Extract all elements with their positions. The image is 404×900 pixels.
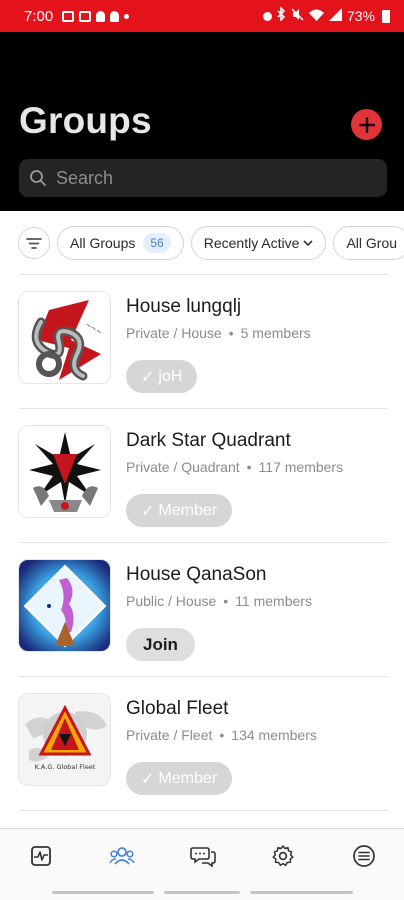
nav-indicator [250,891,353,894]
chip-label: Recently Active [203,235,300,251]
group-type: Private / House [126,325,222,341]
nav-activity[interactable] [26,841,56,871]
nav-groups[interactable] [107,841,137,871]
search-icon [30,170,46,186]
group-meta: Private / Quadrant • 117 members [126,459,343,475]
plus-circle-icon [358,116,375,133]
group-list-item[interactable]: House QanaSon Public / House • 11 members … [0,543,404,677]
bottom-nav [0,828,404,900]
member-count: 134 members [231,727,317,743]
group-list-item[interactable]: K.A.G. Global Fleet Global Fleet Private… [0,677,404,811]
page-title: Groups [19,100,152,141]
group-avatar[interactable]: K.A.G. Global Fleet [18,693,111,786]
group-avatar[interactable]: ~~~ [18,291,111,384]
crystal-emblem-icon [19,560,110,651]
group-avatar[interactable] [18,425,111,518]
group-meta: Private / Fleet • 134 members [126,727,317,743]
groups-icon [109,847,135,865]
battery-percent: 73% [346,8,375,24]
nav-indicator [52,891,154,894]
bluetooth-icon [277,6,286,25]
group-name[interactable]: House lungqlj [126,296,241,318]
member-count: 11 members [235,593,312,609]
chip-label: All Groups [70,235,136,251]
nav-indicator [164,891,240,894]
group-name[interactable]: Global Fleet [126,698,228,720]
nav-menu[interactable] [349,841,379,871]
battery-icon [382,9,390,23]
wifi-icon [308,8,324,25]
member-status-button[interactable]: ✓ Member [126,762,233,795]
group-type: Private / Quadrant [126,459,240,475]
chip-recently-active[interactable]: Recently Active [190,226,327,260]
notification-icon [96,10,106,22]
check-icon: ✓ [141,368,155,386]
button-label: Member [158,501,218,519]
check-icon: ✓ [141,502,155,520]
count-badge: 56 [143,233,171,253]
nav-chat[interactable] [188,841,218,871]
group-type: Private / Fleet [126,727,213,743]
member-status-button[interactable]: ✓ Member [126,494,233,527]
button-label: joH [158,367,183,385]
group-name[interactable]: Dark Star Quadrant [126,430,291,452]
chat-icon [190,847,216,867]
separator-dot: • [223,593,229,609]
notification-icon [62,10,75,22]
group-list-item[interactable]: Dark Star Quadrant Private / Quadrant • 11… [0,409,404,543]
member-status-button[interactable]: ✓ joH [126,360,198,393]
group-avatar[interactable] [18,559,111,652]
chevron-down-icon [303,239,314,246]
search-input[interactable] [56,167,356,189]
notification-icon [110,10,120,22]
chip-all-group-types[interactable]: All Grou [333,226,404,260]
menu-list-icon [353,845,375,867]
separator-dot: • [228,325,234,341]
group-name[interactable]: House QanaSon [126,564,267,586]
settings-icon [272,845,294,867]
separator-dot: • [219,727,225,743]
filter-button[interactable] [18,227,50,259]
dot-icon [124,13,130,19]
member-count: 5 members [240,325,311,341]
status-bar: 7:00 73% [0,0,404,32]
dark-star-emblem-icon [19,426,110,517]
check-icon: ✓ [141,770,155,788]
group-list-item[interactable]: ~~~ House lungqlj Private / House • 5 memb… [0,275,404,409]
serpent-emblem-icon: ~~~ [19,292,110,383]
avatar-text: K.A.G. Global Fleet [35,763,96,771]
search-bar[interactable] [19,159,387,197]
page-header: Groups [0,32,404,211]
button-label: Join [143,634,178,654]
button-label: Member [158,769,218,787]
notification-icon [79,10,92,22]
member-count: 117 members [258,459,344,475]
add-group-button[interactable] [351,109,382,140]
group-list: ~~~ House lungqlj Private / House • 5 memb… [0,275,404,811]
chip-all-groups[interactable]: All Groups 56 [57,226,184,260]
filter-lines-icon [26,237,42,249]
separator-dot: • [246,459,252,475]
signal-icon [328,7,342,25]
activity-icon [31,846,51,866]
chip-label: All Grou [346,235,398,251]
group-meta: Private / House • 5 members [126,325,311,341]
group-type: Public / House [126,593,217,609]
fleet-emblem-icon: K.A.G. Global Fleet [19,694,110,785]
group-meta: Public / House • 11 members [126,593,312,609]
nav-settings[interactable] [268,841,298,871]
status-time: 7:00 [24,7,54,25]
alarm-icon [262,11,272,21]
divider [19,810,388,811]
filter-bar: All Groups 56 Recently Active All Grou [0,224,404,262]
join-button[interactable]: Join [126,628,195,661]
mute-icon [291,7,304,25]
